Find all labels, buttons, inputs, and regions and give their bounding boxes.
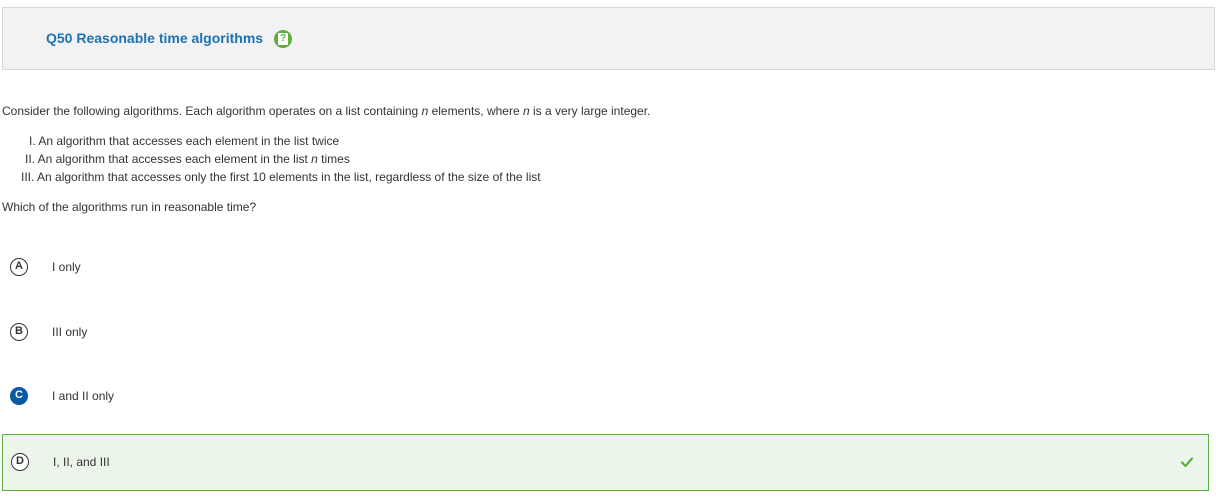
answer-choice-c[interactable]: C I and II only xyxy=(2,369,1209,426)
choice-letter-b: B xyxy=(10,323,28,341)
statement-ii-variable-n: n xyxy=(311,152,318,166)
statement-ii-text-2: times xyxy=(317,152,350,166)
help-icon-glyph: ? xyxy=(278,33,288,45)
stem-text-1: Consider the following algorithms. Each … xyxy=(2,104,422,118)
checkmark-icon xyxy=(1180,457,1194,468)
question-prompt: Which of the algorithms run in reasonabl… xyxy=(2,200,257,214)
question-mark-help-icon[interactable]: ? xyxy=(274,30,292,48)
stem-text-3: is a very large integer. xyxy=(529,104,651,118)
question-title[interactable]: Q50 Reasonable time algorithms xyxy=(46,30,263,46)
statement-iii: III. An algorithm that accesses only the… xyxy=(21,170,541,184)
statement-ii-text-1: II. An algorithm that accesses each elem… xyxy=(25,152,312,166)
statement-i: I. An algorithm that accesses each eleme… xyxy=(29,134,340,148)
stem-variable-n: n xyxy=(522,104,530,118)
answer-choice-d-correct[interactable]: D I, II, and III xyxy=(2,434,1209,491)
stem-text-2: elements, where xyxy=(428,104,523,118)
choice-text-c: I and II only xyxy=(52,389,115,403)
choice-text-b: III only xyxy=(52,325,88,339)
choice-text-a: I only xyxy=(52,260,81,274)
statement-ii: II. An algorithm that accesses each elem… xyxy=(25,152,350,166)
question-header: Q50 Reasonable time algorithms ? xyxy=(2,7,1215,70)
choice-letter-d: D xyxy=(11,453,29,471)
answer-choice-b[interactable]: B III only xyxy=(2,305,1209,362)
answer-choice-a[interactable]: A I only xyxy=(2,240,1209,297)
choice-text-d: I, II, and III xyxy=(53,455,110,469)
choice-letter-a: A xyxy=(10,258,28,276)
choice-letter-c-selected: C xyxy=(10,387,28,405)
question-stem: Consider the following algorithms. Each … xyxy=(2,104,650,118)
